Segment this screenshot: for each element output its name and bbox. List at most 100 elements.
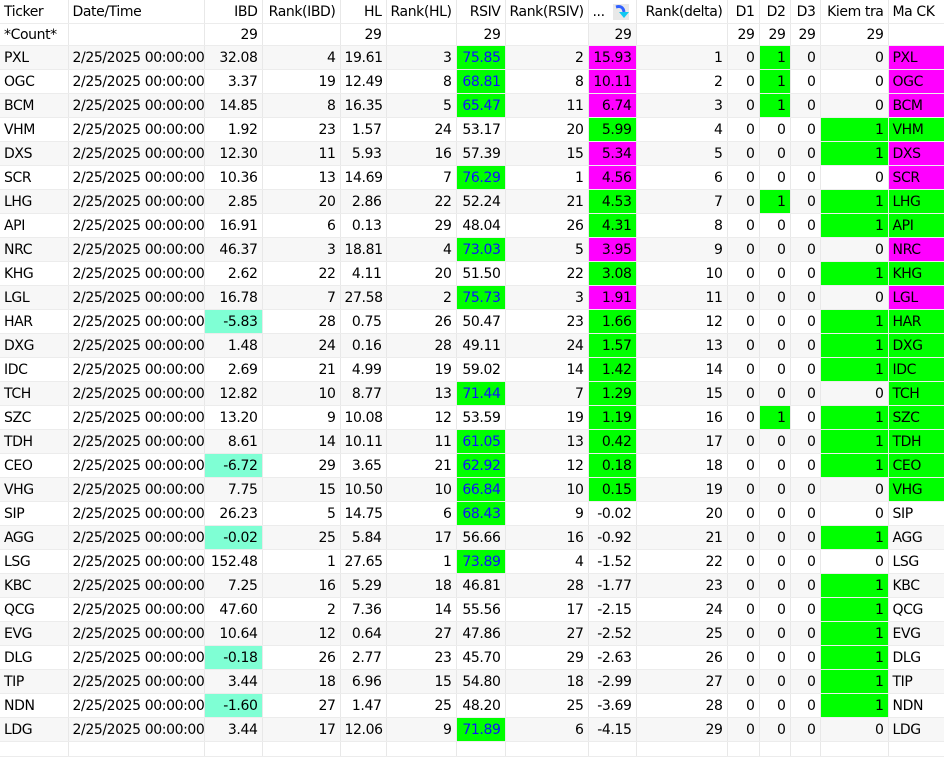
cell-d2[interactable]: 1 bbox=[759, 189, 791, 214]
cell-rsiv[interactable]: 48.20 bbox=[456, 693, 506, 718]
cell-rank-rsiv[interactable]: 13 bbox=[505, 429, 589, 454]
cell-rank-delta[interactable]: 7 bbox=[636, 189, 728, 214]
cell-d1[interactable]: 0 bbox=[727, 693, 760, 718]
cell-d2[interactable]: 0 bbox=[759, 669, 791, 694]
cell-kiem-tra[interactable]: 1 bbox=[820, 189, 889, 214]
cell-rank-hl[interactable]: 23 bbox=[386, 645, 457, 670]
cell-delta[interactable]: 15.93 bbox=[588, 45, 637, 70]
cell-kiem-tra[interactable]: 1 bbox=[820, 693, 889, 718]
table-row[interactable]: DXS 2/25/2025 00:00:00 12.30 11 5.93 16 57.39 1… bbox=[0, 141, 944, 166]
cell-ticker[interactable]: API bbox=[0, 213, 69, 238]
cell-rank-rsiv[interactable]: 1 bbox=[505, 165, 589, 190]
cell-date-time[interactable]: 2/25/2025 00:00:00 bbox=[68, 405, 205, 430]
cell-rank-delta[interactable]: 10 bbox=[636, 261, 728, 286]
table-row[interactable]: VHM 2/25/2025 00:00:00 1.92 23 1.57 24 53.17 20… bbox=[0, 117, 944, 142]
cell-ibd[interactable]: 46.37 bbox=[204, 237, 263, 262]
cell-rsiv[interactable]: 65.47 bbox=[456, 93, 506, 118]
cell-delta[interactable]: -2.63 bbox=[588, 645, 637, 670]
cell-kiem-tra[interactable]: 0 bbox=[820, 93, 889, 118]
cell-d1[interactable]: 0 bbox=[727, 309, 760, 334]
cell-d3[interactable]: 0 bbox=[790, 645, 821, 670]
cell-rank-hl[interactable]: 1 bbox=[386, 549, 457, 574]
cell-rank-hl[interactable]: 15 bbox=[386, 669, 457, 694]
cell-ma-ck[interactable]: PXL bbox=[888, 45, 944, 70]
cell-rank-hl[interactable]: 11 bbox=[386, 429, 457, 454]
cell-ticker[interactable]: EVG bbox=[0, 621, 69, 646]
cell-kiem-tra[interactable]: 1 bbox=[820, 645, 889, 670]
cell-rank-ibd[interactable]: 7 bbox=[262, 285, 341, 310]
cell-rank-delta[interactable]: 8 bbox=[636, 213, 728, 238]
cell-d3[interactable]: 0 bbox=[790, 285, 821, 310]
cell-d1[interactable]: 0 bbox=[727, 477, 760, 502]
cell-d3[interactable]: 0 bbox=[790, 261, 821, 286]
cell-rank-rsiv[interactable]: 15 bbox=[505, 141, 589, 166]
cell-ticker[interactable]: PXL bbox=[0, 45, 69, 70]
cell-rank-ibd[interactable]: 13 bbox=[262, 165, 341, 190]
cell-ibd[interactable]: 2.85 bbox=[204, 189, 263, 214]
cell-ibd[interactable]: -0.02 bbox=[204, 525, 263, 550]
cell-d2[interactable]: 0 bbox=[759, 525, 791, 550]
cell-rank-rsiv[interactable]: 9 bbox=[505, 501, 589, 526]
cell-d1[interactable]: 0 bbox=[727, 261, 760, 286]
cell-date-time[interactable]: 2/25/2025 00:00:00 bbox=[68, 621, 205, 646]
cell-ibd[interactable]: 10.36 bbox=[204, 165, 263, 190]
cell-rank-rsiv[interactable]: 8 bbox=[505, 69, 589, 94]
cell-kiem-tra[interactable]: 1 bbox=[820, 357, 889, 382]
cell-hl[interactable]: 18.81 bbox=[340, 237, 387, 262]
cell-ticker[interactable]: TCH bbox=[0, 381, 69, 406]
cell-rank-delta[interactable]: 22 bbox=[636, 549, 728, 574]
cell-delta[interactable]: 0.15 bbox=[588, 477, 637, 502]
column-header-d1[interactable]: D1 bbox=[727, 0, 760, 24]
cell-d1[interactable]: 0 bbox=[727, 645, 760, 670]
cell-ma-ck[interactable]: KBC bbox=[888, 573, 944, 598]
table-row[interactable]: TDH 2/25/2025 00:00:00 8.61 14 10.11 11 61.05 1… bbox=[0, 429, 944, 454]
cell-ibd[interactable]: 16.78 bbox=[204, 285, 263, 310]
cell-d3[interactable]: 0 bbox=[790, 357, 821, 382]
table-row[interactable]: NRC 2/25/2025 00:00:00 46.37 3 18.81 4 73.03 5 3… bbox=[0, 237, 944, 262]
cell-d2[interactable]: 1 bbox=[759, 69, 791, 94]
cell-rsiv[interactable]: 76.29 bbox=[456, 165, 506, 190]
cell-rank-ibd[interactable]: 16 bbox=[262, 573, 341, 598]
cell-ticker[interactable]: SZC bbox=[0, 405, 69, 430]
cell-delta[interactable]: 3.95 bbox=[588, 237, 637, 262]
cell-rank-delta[interactable]: 25 bbox=[636, 621, 728, 646]
cell-ma-ck[interactable]: EVG bbox=[888, 621, 944, 646]
cell-date-time[interactable]: 2/25/2025 00:00:00 bbox=[68, 309, 205, 334]
cell-rank-ibd[interactable]: 1 bbox=[262, 549, 341, 574]
cell-rank-delta[interactable]: 19 bbox=[636, 477, 728, 502]
cell-date-time[interactable]: 2/25/2025 00:00:00 bbox=[68, 645, 205, 670]
cell-rank-delta[interactable]: 12 bbox=[636, 309, 728, 334]
cell-ibd[interactable]: 3.44 bbox=[204, 669, 263, 694]
cell-hl[interactable]: 16.35 bbox=[340, 93, 387, 118]
cell-d2[interactable]: 0 bbox=[759, 717, 791, 742]
cell-date-time[interactable]: 2/25/2025 00:00:00 bbox=[68, 357, 205, 382]
cell-ticker[interactable]: CEO bbox=[0, 453, 69, 478]
cell-rank-delta[interactable]: 21 bbox=[636, 525, 728, 550]
cell-delta[interactable]: -1.52 bbox=[588, 549, 637, 574]
table-row[interactable]: CEO 2/25/2025 00:00:00 -6.72 29 3.65 21 62.92 1… bbox=[0, 453, 944, 478]
cell-d2[interactable]: 0 bbox=[759, 117, 791, 142]
cell-delta[interactable]: 1.57 bbox=[588, 333, 637, 358]
cell-rsiv[interactable]: 71.89 bbox=[456, 717, 506, 742]
cell-ma-ck[interactable]: API bbox=[888, 213, 944, 238]
column-header-delta[interactable]: ... bbox=[588, 0, 637, 24]
cell-delta[interactable]: 1.66 bbox=[588, 309, 637, 334]
cell-date-time[interactable]: 2/25/2025 00:00:00 bbox=[68, 261, 205, 286]
cell-rank-rsiv[interactable]: 21 bbox=[505, 189, 589, 214]
cell-date-time[interactable]: 2/25/2025 00:00:00 bbox=[68, 453, 205, 478]
cell-d3[interactable]: 0 bbox=[790, 117, 821, 142]
cell-ibd[interactable]: 1.92 bbox=[204, 117, 263, 142]
table-row[interactable]: HAR 2/25/2025 00:00:00 -5.83 28 0.75 26 50.47 2… bbox=[0, 309, 944, 334]
cell-date-time[interactable]: 2/25/2025 00:00:00 bbox=[68, 477, 205, 502]
cell-rank-ibd[interactable]: 5 bbox=[262, 501, 341, 526]
cell-rank-hl[interactable]: 17 bbox=[386, 525, 457, 550]
cell-delta[interactable]: 4.31 bbox=[588, 213, 637, 238]
cell-d3[interactable]: 0 bbox=[790, 501, 821, 526]
cell-rank-hl[interactable]: 7 bbox=[386, 165, 457, 190]
cell-hl[interactable]: 19.61 bbox=[340, 45, 387, 70]
cell-d1[interactable]: 0 bbox=[727, 405, 760, 430]
cell-ticker[interactable]: IDC bbox=[0, 357, 69, 382]
cell-rsiv[interactable]: 49.11 bbox=[456, 333, 506, 358]
cell-rank-rsiv[interactable]: 28 bbox=[505, 573, 589, 598]
cell-kiem-tra[interactable]: 0 bbox=[820, 381, 889, 406]
